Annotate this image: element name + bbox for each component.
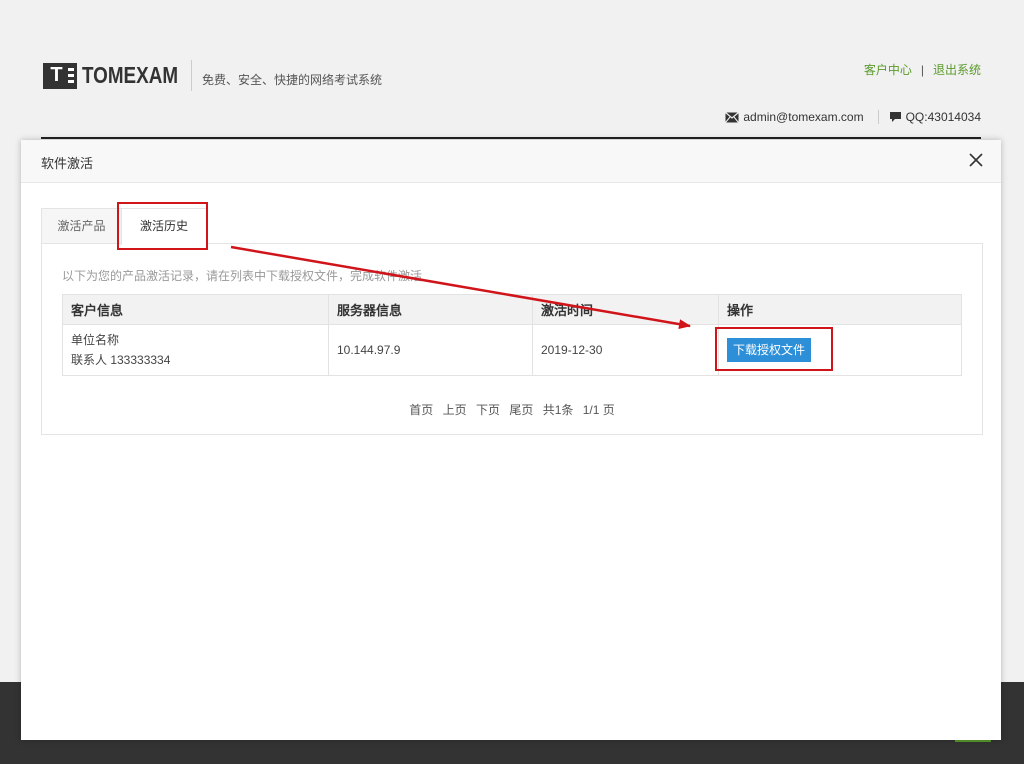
server-cell: 10.144.97.9 — [328, 324, 533, 376]
qq-item: QQ:43014034 — [889, 110, 981, 124]
email-text: admin@tomexam.com — [743, 110, 864, 124]
download-license-button[interactable]: 下载授权文件 — [727, 338, 812, 362]
logo[interactable]: T TOMEXAM — [43, 62, 199, 89]
link-separator: | — [920, 63, 924, 77]
table-row: 单位名称 联系人 133333334 10.144.97.9 2019-12-3… — [62, 324, 962, 376]
logout-link[interactable]: 退出系统 — [933, 63, 981, 77]
page-header: T TOMEXAM 免费、安全、快捷的网络考试系统 客户中心 | 退出系统 admi… — [0, 0, 1024, 140]
pagination: 首页 上页 下页 尾页 共1条 1/1 页 — [42, 401, 982, 418]
customer-contact: 联系人 133333334 — [71, 353, 171, 367]
mail-icon — [725, 111, 740, 123]
logo-divider — [191, 60, 192, 91]
pager-prev[interactable]: 上页 — [443, 403, 467, 417]
history-hint: 以下为您的产品激活记录，请在列表中下载授权文件，完成软件激活 — [62, 269, 423, 283]
pager-page: 1/1 页 — [582, 403, 615, 417]
activation-modal: 软件激活 激活产品 激活历史 以下为您的产品激活记录，请在列表中下载授权文件，完… — [21, 140, 1001, 740]
modal-header: 软件激活 — [21, 140, 1001, 183]
slogan: 免费、安全、快捷的网络考试系统 — [202, 73, 383, 87]
col-header-server: 服务器信息 — [328, 294, 533, 325]
top-links: 客户中心 | 退出系统 — [864, 61, 981, 78]
pager-total: 共1条 — [542, 403, 574, 417]
logo-text: TOMEXAM — [82, 62, 179, 88]
logo-mark: T — [43, 62, 77, 89]
email-item: admin@tomexam.com — [725, 110, 864, 124]
customer-center-link[interactable]: 客户中心 — [864, 63, 912, 77]
modal-title: 软件激活 — [41, 156, 94, 171]
date-cell: 2019-12-30 — [532, 324, 719, 376]
header-rule — [41, 137, 981, 139]
table-header-row: 客户信息 服务器信息 激活时间 操作 — [62, 294, 962, 325]
action-cell: 下载授权文件 — [718, 324, 962, 376]
contact-info: admin@tomexam.com QQ:43014034 — [725, 110, 981, 124]
customer-name: 单位名称 — [71, 333, 120, 347]
col-header-action: 操作 — [718, 294, 962, 325]
col-header-date: 激活时间 — [532, 294, 719, 325]
contact-divider — [877, 110, 879, 124]
tab-activation-history[interactable]: 激活历史 — [121, 208, 207, 245]
qq-text: QQ:43014034 — [905, 110, 981, 124]
col-header-customer: 客户信息 — [62, 294, 329, 325]
pager-next[interactable]: 下页 — [476, 403, 500, 417]
activation-table: 客户信息 服务器信息 激活时间 操作 单位名称 联系人 133333334 10… — [62, 294, 962, 376]
pager-first[interactable]: 首页 — [409, 403, 433, 417]
close-icon[interactable] — [968, 152, 984, 168]
history-panel: 以下为您的产品激活记录，请在列表中下载授权文件，完成软件激活 客户信息 服务器信… — [41, 243, 983, 435]
chat-bubble-icon — [889, 112, 901, 122]
pager-last[interactable]: 尾页 — [509, 403, 533, 417]
tab-activate-product[interactable]: 激活产品 — [41, 208, 122, 244]
customer-cell: 单位名称 联系人 133333334 — [62, 324, 329, 376]
